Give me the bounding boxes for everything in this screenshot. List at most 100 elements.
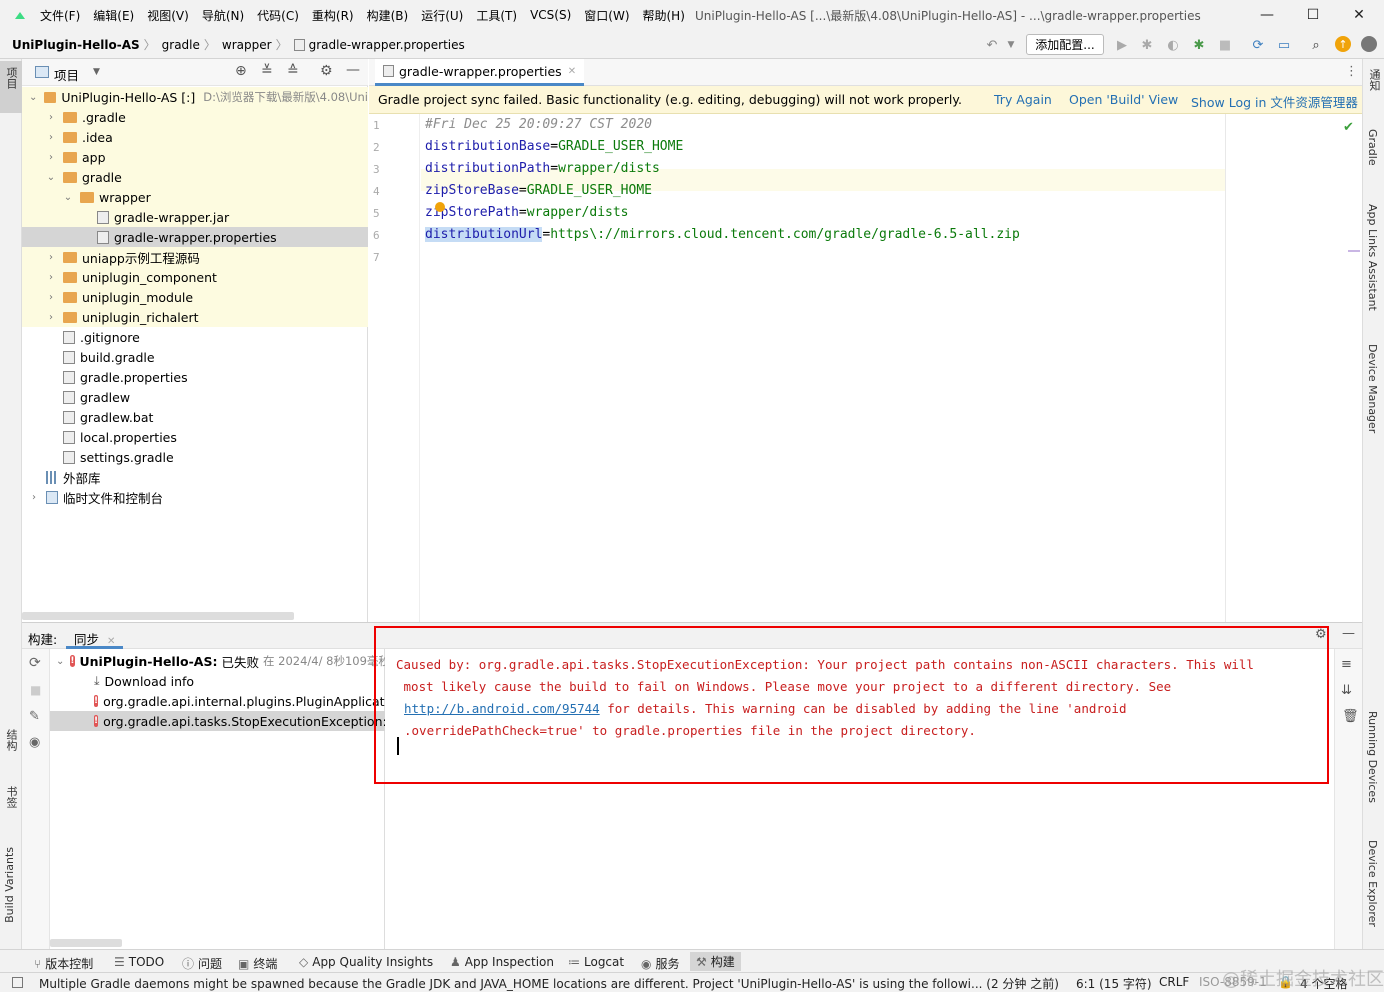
build-tree-item[interactable]: ⌄! UniPlugin-Hello-AS: 已失败在 2024/4/ 8秒109毫… [50, 651, 385, 671]
tree-item[interactable]: ⌄ wrapper [22, 187, 368, 207]
tree-item[interactable]: gradle-wrapper.properties [22, 227, 368, 247]
tree-item[interactable]: › uniplugin_richalert [22, 307, 368, 327]
menu-item[interactable]: 构建(B) [367, 7, 409, 24]
sync-icon[interactable]: ⟳ [29, 655, 41, 671]
breadcrumb-project[interactable]: UniPlugin-Hello-AS [12, 38, 140, 52]
code-area[interactable]: #Fri Dec 25 20:09:27 CST 2020 distributio… [369, 114, 1362, 622]
problems-tool-button[interactable]: ⓘ 问题 [182, 955, 222, 972]
structure-tool-button[interactable]: 结构 [3, 729, 19, 754]
tree-item[interactable]: › uniplugin_module [22, 287, 368, 307]
search-icon[interactable]: ⌕ [1308, 37, 1324, 53]
close-tab-icon[interactable]: ✕ [107, 636, 115, 647]
tab-gradle-wrapper-properties[interactable]: gradle-wrapper.properties ✕ [375, 59, 585, 86]
maximize-button[interactable]: ☐ [1290, 0, 1336, 30]
locate-icon[interactable]: ⊕ [235, 63, 247, 79]
breadcrumb-gradle[interactable]: gradle [162, 38, 200, 52]
close-tab-icon[interactable]: ✕ [568, 66, 576, 77]
menu-item[interactable]: 代码(C) [257, 7, 299, 24]
account-avatar-icon[interactable] [1361, 36, 1377, 52]
app-quality-insights-tool-button[interactable]: ◇ App Quality Insights [299, 955, 433, 969]
build-tree-item[interactable]: ! org.gradle.api.internal.plugins.PluginA… [50, 691, 385, 711]
project-tool-button[interactable]: 项目 [0, 61, 22, 113]
tree-item[interactable]: settings.gradle [22, 447, 368, 467]
chevron-down-icon[interactable]: ⌄ [45, 172, 57, 183]
run-icon[interactable]: ▶ [1114, 37, 1130, 53]
chevron-right-icon[interactable]: › [45, 152, 57, 163]
trash-icon[interactable]: 🗑 [1342, 709, 1359, 724]
services-tool-button[interactable]: ◉ 服务 [641, 955, 680, 972]
tree-item[interactable]: build.gradle [22, 347, 368, 367]
menu-item[interactable]: 重构(R) [312, 7, 354, 24]
menu-item[interactable]: 运行(U) [421, 7, 463, 24]
gradle-tool-button[interactable]: Gradle [1366, 129, 1379, 169]
app-links-tool-button[interactable]: App Links Assistant [1366, 204, 1379, 314]
menu-item[interactable]: 文件(F) [40, 7, 80, 24]
tree-item[interactable]: gradle-wrapper.jar [22, 207, 368, 227]
debug-icon[interactable]: ✱ [1139, 37, 1155, 53]
build-tree-item[interactable]: ⤓ Download info [50, 671, 385, 691]
menu-item[interactable]: 窗口(W) [584, 7, 629, 24]
menu-item[interactable]: 工具(T) [476, 7, 517, 24]
logcat-tool-button[interactable]: ≔ Logcat [568, 955, 624, 969]
cursor-position[interactable]: 6:1 (15 字符) [1076, 975, 1152, 992]
profile-icon[interactable]: ◐ [1165, 37, 1181, 53]
tree-item[interactable]: .gitignore [22, 327, 368, 347]
menu-item[interactable]: VCS(S) [530, 8, 571, 22]
terminal-tool-button[interactable]: ▣ 终端 [238, 955, 277, 972]
tree-item[interactable]: › 临时文件和控制台 [22, 487, 368, 507]
tree-item[interactable]: gradlew [22, 387, 368, 407]
status-message[interactable]: Multiple Gradle daemons might be spawned… [39, 975, 1059, 992]
soft-wrap-icon[interactable]: ≡ [1341, 657, 1352, 672]
eye-icon[interactable]: ◉ [29, 735, 40, 750]
attach-debugger-icon[interactable]: ✱ [1191, 37, 1207, 53]
show-log-link[interactable]: Show Log in 文件资源管理器 [1191, 92, 1358, 111]
tree-item[interactable]: › .gradle [22, 107, 368, 127]
hide-panel-icon[interactable]: — [346, 62, 360, 78]
device-explorer-tool-button[interactable]: Device Explorer [1366, 840, 1379, 930]
menu-item[interactable]: 帮助(H) [643, 7, 685, 24]
build-tool-button[interactable]: ⚒ 构建 [690, 952, 741, 971]
chevron-down-icon[interactable]: ⌄ [62, 192, 74, 203]
open-build-view-link[interactable]: Open 'Build' View [1069, 92, 1178, 107]
stop-icon[interactable]: ■ [1217, 37, 1233, 53]
panel-toggle-icon[interactable] [12, 977, 23, 988]
menu-item[interactable]: 编辑(E) [93, 7, 134, 24]
tab-sync[interactable]: 同步 ✕ [66, 623, 124, 649]
tree-item[interactable]: gradle.properties [22, 367, 368, 387]
more-options-icon[interactable]: ⋮ [1345, 64, 1358, 79]
tree-item[interactable]: 外部库 [22, 467, 368, 487]
build-tree-item[interactable]: ! org.gradle.api.tasks.StopExecutionExcep… [50, 711, 385, 731]
tree-item[interactable]: › app [22, 147, 368, 167]
chevron-right-icon[interactable]: › [45, 132, 57, 143]
line-separator[interactable]: CRLF [1159, 975, 1189, 989]
chevron-down-icon[interactable]: ▼ [93, 67, 100, 77]
chevron-right-icon[interactable]: › [45, 292, 57, 303]
stop-icon[interactable]: ■ [30, 683, 41, 697]
tree-item[interactable]: gradlew.bat [22, 407, 368, 427]
tree-item[interactable]: local.properties [22, 427, 368, 447]
hide-panel-icon[interactable]: — [1342, 626, 1355, 641]
chevron-right-icon[interactable]: › [45, 312, 57, 323]
version-control-tool-button[interactable]: ⑂ 版本控制 [34, 955, 93, 972]
app-inspection-tool-button[interactable]: ♟ App Inspection [450, 955, 554, 969]
chevron-down-icon[interactable]: ⌄ [28, 92, 38, 103]
collapse-all-icon[interactable]: ≙ [287, 63, 299, 79]
minimize-button[interactable]: — [1244, 0, 1290, 30]
menu-item[interactable]: 视图(V) [147, 7, 189, 24]
build-variants-tool-button[interactable]: Build Variants [3, 847, 16, 926]
add-configuration-button[interactable]: 添加配置... [1026, 34, 1104, 55]
horizontal-scrollbar[interactable] [22, 612, 294, 620]
breadcrumb-file[interactable]: gradle-wrapper.properties [309, 38, 465, 52]
sync-gradle-icon[interactable]: ⟳ [1250, 37, 1266, 53]
chevron-right-icon[interactable]: › [45, 112, 57, 123]
notifications-tool-button[interactable]: 通知 [1366, 69, 1382, 94]
intention-bulb-icon[interactable] [435, 202, 445, 212]
gear-icon[interactable]: ⚙ [320, 63, 333, 79]
back-arrow-icon[interactable]: ↶ [984, 37, 1000, 53]
breadcrumb-wrapper[interactable]: wrapper [222, 38, 272, 52]
try-again-link[interactable]: Try Again [994, 92, 1052, 107]
chevron-right-icon[interactable]: › [45, 272, 57, 283]
chevron-down-icon[interactable]: ⌄ [56, 656, 64, 667]
project-view-label[interactable]: 项目 [54, 65, 79, 84]
running-devices-tool-button[interactable]: Running Devices [1366, 711, 1379, 806]
